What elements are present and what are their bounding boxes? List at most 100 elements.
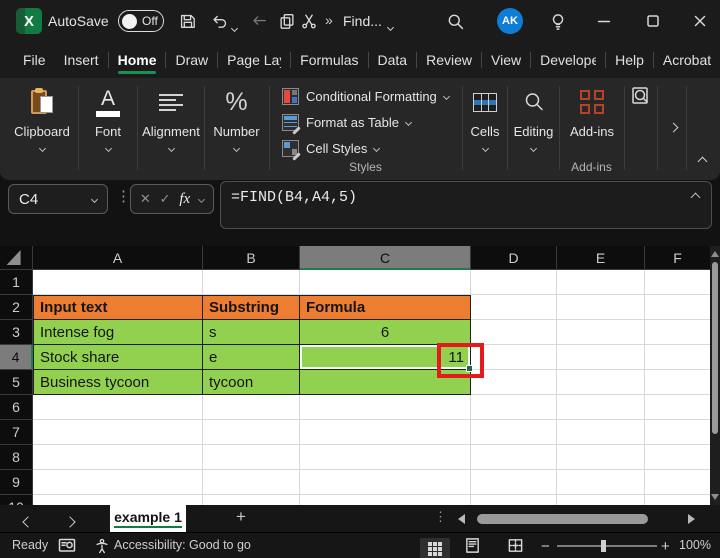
tab-acrobat[interactable]: Acrobat bbox=[654, 42, 720, 78]
title-bar: X AutoSave Off » Find... AK bbox=[0, 0, 720, 42]
vertical-scroll-thumb[interactable] bbox=[712, 262, 718, 434]
column-header-a[interactable]: A bbox=[33, 246, 203, 270]
alignment-group-button[interactable]: Alignment bbox=[139, 84, 203, 151]
select-all-corner[interactable] bbox=[0, 246, 33, 270]
cell-c2[interactable]: Formula bbox=[300, 295, 471, 320]
formula-bar-collapse-icon[interactable] bbox=[691, 193, 701, 203]
maximize-button[interactable] bbox=[643, 11, 663, 31]
zoom-out-button[interactable]: − bbox=[541, 538, 550, 555]
name-box[interactable]: C4 bbox=[8, 184, 108, 214]
row-header-3[interactable]: 3 bbox=[0, 320, 33, 345]
row-header-10[interactable]: 10 bbox=[0, 495, 33, 505]
excel-logo-icon[interactable]: X bbox=[16, 8, 42, 34]
column-header-f[interactable]: F bbox=[645, 246, 710, 270]
zoom-slider-track[interactable] bbox=[557, 545, 657, 547]
tab-page-layout[interactable]: Page Layout bbox=[218, 42, 290, 78]
tab-file[interactable]: File bbox=[14, 42, 55, 78]
tab-formulas[interactable]: Formulas bbox=[291, 42, 367, 78]
save-icon[interactable] bbox=[178, 12, 196, 35]
row-header-9[interactable]: 9 bbox=[0, 470, 33, 495]
zoom-in-button[interactable]: + bbox=[661, 538, 670, 555]
row-header-4[interactable]: 4 bbox=[0, 345, 33, 370]
addins-button[interactable]: Add-ins bbox=[560, 84, 624, 139]
cell-a5[interactable]: Business tycoon bbox=[33, 370, 203, 395]
sheet-tab-example-1[interactable]: example 1 bbox=[110, 505, 186, 532]
enter-icon[interactable]: ✓ bbox=[160, 191, 171, 207]
scroll-up-arrow-icon[interactable] bbox=[711, 251, 719, 257]
minimize-button[interactable] bbox=[594, 11, 614, 31]
cell-a2[interactable]: Input text bbox=[33, 295, 203, 320]
tab-home[interactable]: Home bbox=[109, 42, 166, 78]
find-dropdown-chevron-icon[interactable] bbox=[388, 17, 393, 35]
undo-icon[interactable] bbox=[210, 12, 228, 35]
add-sheet-button[interactable]: + bbox=[236, 507, 246, 527]
page-layout-view-button[interactable] bbox=[464, 537, 481, 557]
cell-styles-button[interactable]: Cell Styles bbox=[282, 138, 379, 158]
tab-data[interactable]: Data bbox=[369, 42, 417, 78]
account-avatar[interactable]: AK bbox=[497, 8, 523, 34]
insert-function-icon[interactable]: fx bbox=[179, 191, 190, 208]
quick-access-overflow[interactable]: » bbox=[325, 12, 333, 28]
scrollbar-resize-handle[interactable]: ⋮ bbox=[434, 509, 447, 525]
accessibility-status[interactable]: Accessibility: Good to go bbox=[114, 538, 251, 552]
zoom-level[interactable]: 100% bbox=[679, 538, 711, 552]
zoom-slider-thumb[interactable] bbox=[601, 540, 606, 552]
number-group-button[interactable]: % Number bbox=[206, 84, 267, 151]
cell-b3[interactable]: s bbox=[203, 320, 300, 345]
row-header-6[interactable]: 6 bbox=[0, 395, 33, 420]
column-header-d[interactable]: D bbox=[471, 246, 557, 270]
tab-draw[interactable]: Draw bbox=[166, 42, 217, 78]
tab-developer[interactable]: Developer bbox=[531, 42, 605, 78]
autosave-toggle[interactable]: Off bbox=[118, 10, 164, 32]
undo-dropdown-chevron-icon[interactable] bbox=[232, 18, 237, 36]
row-header-1[interactable]: 1 bbox=[0, 270, 33, 295]
column-header-c[interactable]: C bbox=[300, 246, 471, 270]
row-header-8[interactable]: 8 bbox=[0, 445, 33, 470]
row-header-2[interactable]: 2 bbox=[0, 295, 33, 320]
cell-a3[interactable]: Intense fog bbox=[33, 320, 203, 345]
chevron-down-icon[interactable] bbox=[198, 195, 205, 202]
cell-b2[interactable]: Substring bbox=[203, 295, 300, 320]
conditional-formatting-button[interactable]: Conditional Formatting bbox=[282, 86, 449, 106]
cell-a4[interactable]: Stock share bbox=[33, 345, 203, 370]
formula-input[interactable]: =FIND(B4,A4,5) bbox=[220, 181, 712, 229]
clipboard-group-button[interactable]: Clipboard bbox=[6, 84, 78, 151]
find-label[interactable]: Find... bbox=[343, 13, 382, 29]
vertical-scrollbar[interactable] bbox=[710, 246, 720, 505]
lightbulb-icon[interactable] bbox=[549, 12, 568, 36]
tab-help[interactable]: Help bbox=[606, 42, 653, 78]
inspect-addin-icon[interactable] bbox=[630, 86, 652, 113]
search-icon[interactable] bbox=[446, 12, 465, 36]
scroll-down-arrow-icon[interactable] bbox=[711, 494, 719, 500]
cell-c3[interactable]: 6 bbox=[300, 320, 471, 345]
tab-review[interactable]: Review bbox=[417, 42, 481, 78]
tab-view[interactable]: View bbox=[482, 42, 530, 78]
horizontal-scroll-thumb[interactable] bbox=[477, 514, 648, 524]
editing-group-button[interactable]: Editing bbox=[508, 84, 559, 151]
font-group-button[interactable]: A Font bbox=[82, 84, 134, 151]
cell-b4[interactable]: e bbox=[203, 345, 300, 370]
row-header-7[interactable]: 7 bbox=[0, 420, 33, 445]
scroll-left-arrow-icon[interactable] bbox=[458, 514, 465, 524]
row-header-5[interactable]: 5 bbox=[0, 370, 33, 395]
column-header-e[interactable]: E bbox=[557, 246, 645, 270]
cut-scissors-icon[interactable] bbox=[300, 12, 318, 35]
macro-record-icon[interactable] bbox=[58, 538, 76, 556]
next-sheet-button[interactable] bbox=[66, 513, 74, 531]
cells-group-button[interactable]: Cells bbox=[463, 84, 507, 151]
close-button[interactable] bbox=[690, 11, 710, 31]
prev-sheet-button[interactable] bbox=[24, 513, 32, 531]
cancel-icon[interactable]: ✕ bbox=[140, 191, 151, 207]
formula-bar-drag-handle[interactable]: ⋮ bbox=[116, 187, 131, 205]
normal-view-button[interactable] bbox=[420, 538, 450, 558]
page-break-view-button[interactable] bbox=[507, 537, 524, 557]
column-header-b[interactable]: B bbox=[203, 246, 300, 270]
ribbon-collapse-button[interactable] bbox=[699, 152, 706, 170]
scroll-right-arrow-icon[interactable] bbox=[688, 514, 695, 524]
cell-b5[interactable]: tycoon bbox=[203, 370, 300, 395]
copy-icon[interactable] bbox=[278, 12, 296, 35]
accessibility-icon[interactable] bbox=[94, 538, 110, 557]
ribbon-expand-button[interactable] bbox=[662, 118, 684, 136]
tab-insert[interactable]: Insert bbox=[55, 42, 108, 78]
format-as-table-button[interactable]: Format as Table bbox=[282, 112, 411, 132]
